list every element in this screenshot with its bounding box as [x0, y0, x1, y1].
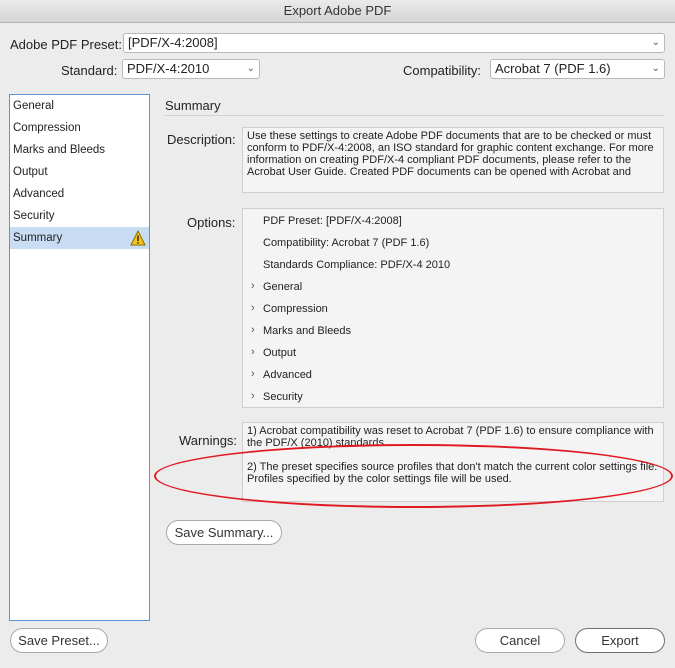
divider: [165, 115, 665, 116]
option-group-marks-and-bleeds: Marks and Bleeds: [263, 325, 352, 337]
standard-value: PDF/X-4:2010: [127, 61, 210, 76]
compatibility-value: Acrobat 7 (PDF 1.6): [495, 61, 611, 76]
chevron-down-icon: ⌄: [651, 63, 660, 74]
disclosure-triangle-icon[interactable]: ›: [251, 346, 255, 358]
preset-select[interactable]: [PDF/X-4:2008] ⌄: [123, 33, 665, 53]
description-text: Use these settings to create Adobe PDF d…: [247, 130, 654, 178]
warnings-label: Warnings:: [179, 433, 238, 448]
cancel-button[interactable]: Cancel: [475, 628, 565, 653]
standard-select[interactable]: PDF/X-4:2010 ⌄: [122, 59, 260, 79]
option-line: Compatibility: Acrobat 7 (PDF 1.6): [263, 237, 430, 249]
sidebar-item-label: Advanced: [13, 188, 65, 200]
sidebar-item-marks-and-bleeds[interactable]: Marks and Bleeds: [10, 139, 149, 161]
warnings-box[interactable]: 1) Acrobat compatibility was reset to Ac…: [242, 422, 664, 502]
options-label: Options:: [187, 215, 236, 230]
sidebar-item-label: Security: [13, 210, 55, 222]
sidebar-item-label: Summary: [13, 232, 63, 244]
option-group-advanced: Advanced: [263, 369, 312, 381]
save-preset-button[interactable]: Save Preset...: [10, 628, 108, 653]
warning-text: 1) Acrobat compatibility was reset to Ac…: [247, 425, 654, 449]
disclosure-triangle-icon[interactable]: ›: [251, 302, 255, 314]
disclosure-triangle-icon[interactable]: ›: [251, 324, 255, 336]
standard-label: Standard:: [61, 63, 118, 78]
sidebar-item-general[interactable]: General: [10, 95, 149, 117]
description-label: Description:: [167, 132, 236, 147]
sidebar-item-summary[interactable]: Summary: [10, 227, 149, 249]
option-group-compression: Compression: [263, 303, 328, 315]
sidebar-item-label: Compression: [13, 122, 81, 134]
warning-text: 2) The preset specifies source profiles …: [247, 461, 658, 485]
chevron-down-icon: ⌄: [651, 37, 660, 48]
compatibility-select[interactable]: Acrobat 7 (PDF 1.6) ⌄: [490, 59, 665, 79]
disclosure-triangle-icon[interactable]: ›: [251, 280, 255, 292]
page-title: Summary: [165, 98, 221, 113]
preset-value: [PDF/X-4:2008]: [128, 35, 218, 50]
option-group-security: Security: [263, 391, 303, 403]
option-group-general: General: [263, 281, 303, 293]
disclosure-triangle-icon[interactable]: ›: [251, 368, 255, 380]
sidebar-item-label: General: [13, 100, 54, 112]
sidebar-item-label: Marks and Bleeds: [13, 144, 106, 156]
option-group-output: Output: [263, 347, 297, 359]
save-summary-button[interactable]: Save Summary...: [166, 520, 282, 545]
compatibility-label: Compatibility:: [403, 63, 482, 78]
sidebar-item-advanced[interactable]: Advanced: [10, 183, 149, 205]
export-button[interactable]: Export: [575, 628, 665, 653]
sidebar: General Compression Marks and Bleeds Out…: [9, 94, 150, 621]
window-title: Export Adobe PDF: [0, 0, 675, 23]
chevron-down-icon: ⌄: [246, 63, 255, 74]
sidebar-item-compression[interactable]: Compression: [10, 117, 149, 139]
preset-label: Adobe PDF Preset:: [10, 37, 122, 52]
disclosure-triangle-icon[interactable]: ›: [251, 390, 255, 402]
options-box[interactable]: PDF Preset: [PDF/X-4:2008] Compatibility…: [242, 208, 664, 408]
warning-icon: [130, 230, 146, 246]
option-line: Standards Compliance: PDF/X-4 2010: [263, 259, 451, 271]
sidebar-item-label: Output: [13, 166, 48, 178]
sidebar-item-security[interactable]: Security: [10, 205, 149, 227]
description-box[interactable]: Use these settings to create Adobe PDF d…: [242, 127, 664, 193]
option-line: PDF Preset: [PDF/X-4:2008]: [263, 215, 402, 227]
sidebar-item-output[interactable]: Output: [10, 161, 149, 183]
